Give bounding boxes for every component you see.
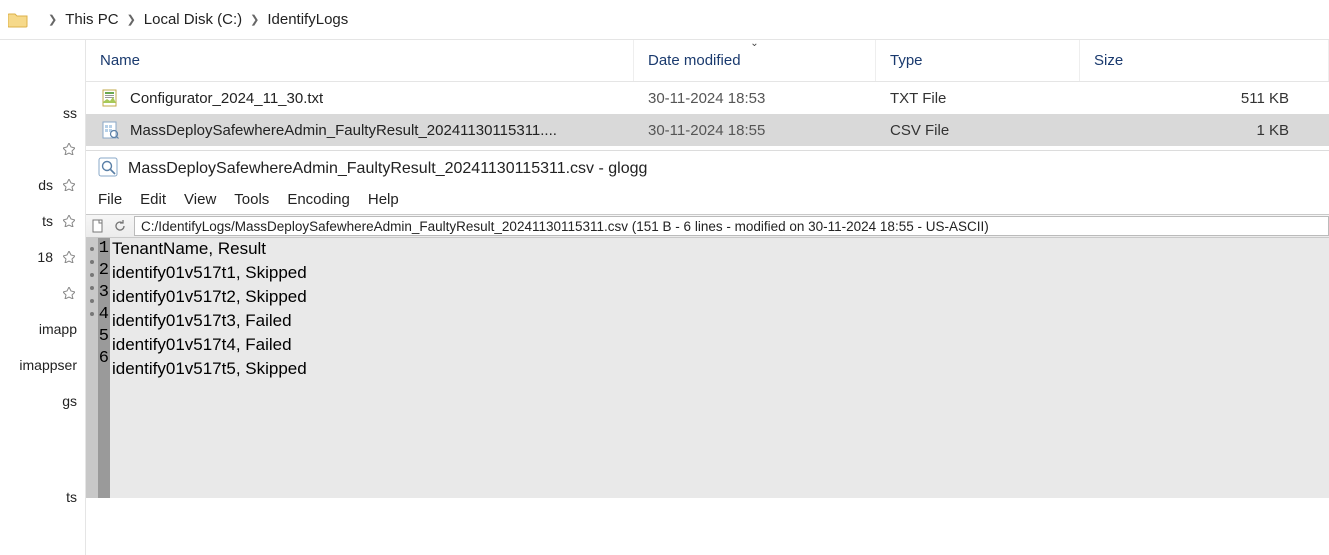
file-name: Configurator_2024_11_30.txt xyxy=(130,90,323,107)
folder-icon xyxy=(6,10,30,30)
file-type: CSV File xyxy=(876,122,1080,139)
pin-icon xyxy=(61,249,77,265)
sidebar-item[interactable]: gs xyxy=(0,383,85,419)
column-date-modified[interactable]: ⌄ Date modified xyxy=(634,40,876,81)
marks-gutter xyxy=(86,238,98,498)
sidebar-item[interactable]: ss xyxy=(0,95,85,131)
breadcrumb[interactable]: ❯ This PC ❯ Local Disk (C:) ❯ IdentifyLo… xyxy=(40,11,348,28)
column-size[interactable]: Size xyxy=(1080,40,1329,81)
menu-file[interactable]: File xyxy=(98,191,122,208)
glogg-window: MassDeploySafewhereAdmin_FaultyResult_20… xyxy=(86,150,1329,498)
reload-icon[interactable] xyxy=(110,216,130,236)
quick-access-sidebar: ss ds ts 18 imapp imappser gs ts xyxy=(0,40,85,555)
file-date: 30-11-2024 18:55 xyxy=(634,122,876,139)
pin-icon xyxy=(61,141,77,157)
column-name[interactable]: Name xyxy=(86,40,634,81)
sidebar-item xyxy=(0,419,85,479)
sidebar-item[interactable]: ts xyxy=(0,479,85,515)
file-list: Configurator_2024_11_30.txt 30-11-2024 1… xyxy=(86,82,1329,146)
menu-tools[interactable]: Tools xyxy=(234,191,269,208)
breadcrumb-part[interactable]: IdentifyLogs xyxy=(267,11,348,28)
csv-file-icon xyxy=(100,120,120,140)
sidebar-item[interactable] xyxy=(0,275,85,311)
file-size: 511 KB xyxy=(1080,90,1329,107)
sidebar-item[interactable] xyxy=(0,131,85,167)
sidebar-item[interactable]: 18 xyxy=(0,239,85,275)
line-number-gutter: 1 2 3 4 5 6 xyxy=(98,238,110,498)
file-row[interactable]: Configurator_2024_11_30.txt 30-11-2024 1… xyxy=(86,82,1329,114)
menu-bar: File Edit View Tools Encoding Help xyxy=(86,187,1329,214)
sort-indicator-icon: ⌄ xyxy=(750,38,758,49)
breadcrumb-part[interactable]: This PC xyxy=(65,11,118,28)
sidebar-item[interactable]: ds xyxy=(0,167,85,203)
glogg-toolbar: C:/IdentifyLogs/MassDeploySafewhereAdmin… xyxy=(86,214,1329,238)
menu-encoding[interactable]: Encoding xyxy=(287,191,350,208)
menu-help[interactable]: Help xyxy=(368,191,399,208)
file-size: 1 KB xyxy=(1080,122,1329,139)
sidebar-item[interactable]: imapp xyxy=(0,311,85,347)
pin-icon xyxy=(61,213,77,229)
chevron-right-icon: ❯ xyxy=(48,13,57,26)
txt-file-icon xyxy=(100,88,120,108)
file-name: MassDeploySafewhereAdmin_FaultyResult_20… xyxy=(130,122,557,139)
breadcrumb-bar: ❯ This PC ❯ Local Disk (C:) ❯ IdentifyLo… xyxy=(0,0,1329,40)
pin-icon xyxy=(61,285,77,301)
file-row[interactable]: MassDeploySafewhereAdmin_FaultyResult_20… xyxy=(86,114,1329,146)
chevron-right-icon: ❯ xyxy=(127,13,136,26)
pin-icon xyxy=(61,177,77,193)
file-type: TXT File xyxy=(876,90,1080,107)
menu-view[interactable]: View xyxy=(184,191,216,208)
sidebar-item[interactable]: ts xyxy=(0,203,85,239)
text-content[interactable]: TenantName, Result identify01v517t1, Ski… xyxy=(110,238,1329,498)
file-date: 30-11-2024 18:53 xyxy=(634,90,876,107)
glogg-titlebar: MassDeploySafewhereAdmin_FaultyResult_20… xyxy=(86,151,1329,187)
app-icon xyxy=(98,157,118,182)
breadcrumb-part[interactable]: Local Disk (C:) xyxy=(144,11,242,28)
path-field[interactable]: C:/IdentifyLogs/MassDeploySafewhereAdmin… xyxy=(134,216,1329,236)
open-file-icon[interactable] xyxy=(88,216,108,236)
sidebar-item[interactable]: imappser xyxy=(0,347,85,383)
file-list-header: Name ⌄ Date modified Type Size xyxy=(86,40,1329,82)
glogg-text-view: 1 2 3 4 5 6 TenantName, Result identify0… xyxy=(86,238,1329,498)
column-type[interactable]: Type xyxy=(876,40,1080,81)
menu-edit[interactable]: Edit xyxy=(140,191,166,208)
chevron-right-icon: ❯ xyxy=(250,13,259,26)
window-title: MassDeploySafewhereAdmin_FaultyResult_20… xyxy=(128,160,647,178)
